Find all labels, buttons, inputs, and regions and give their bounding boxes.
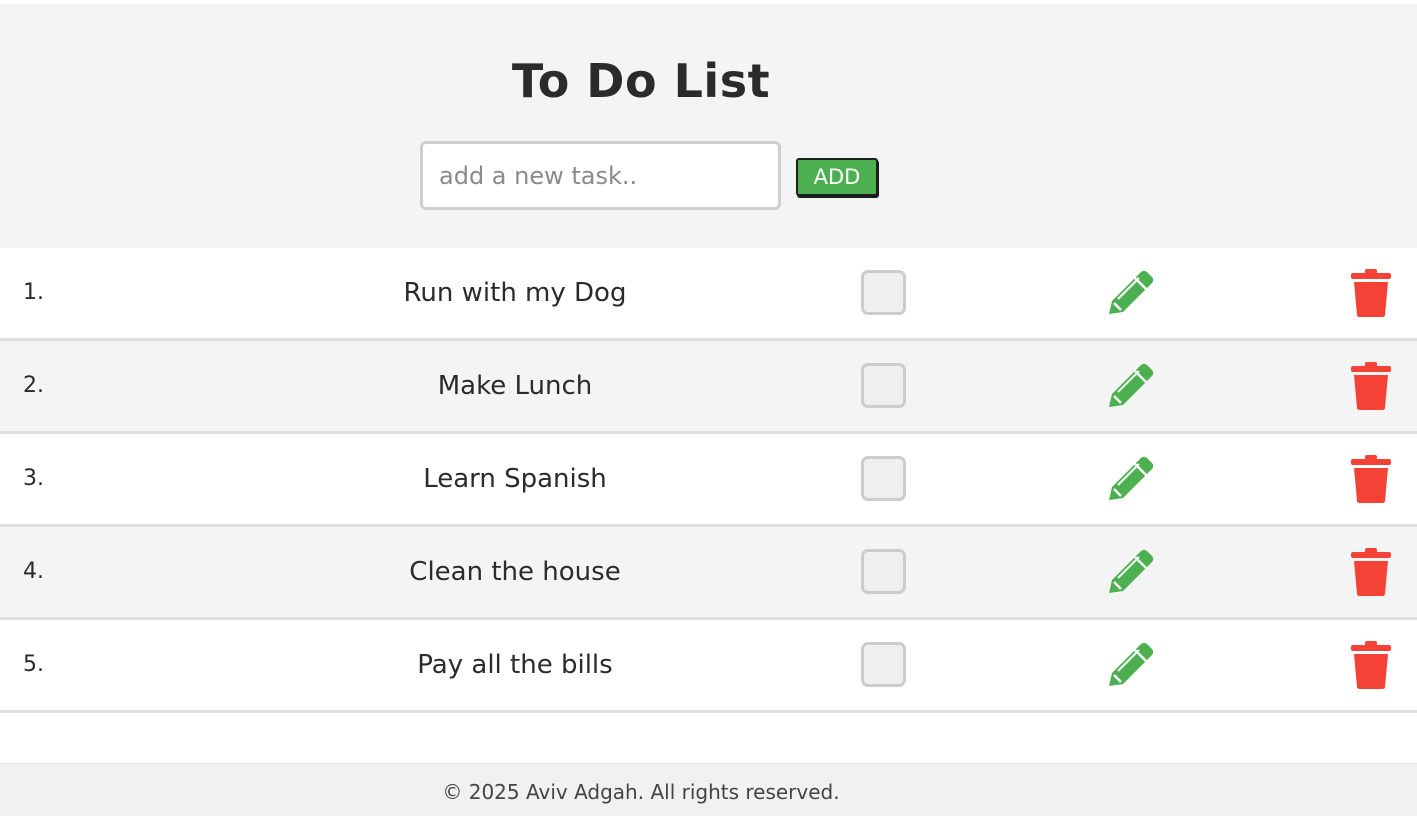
pencil-icon[interactable] <box>1106 361 1156 411</box>
task-number: 2. <box>23 373 44 398</box>
page-title: To Do List <box>511 54 771 108</box>
task-text: Run with my Dog <box>403 278 627 308</box>
task-number: 3. <box>23 466 44 491</box>
task-done-checkbox[interactable] <box>861 363 906 408</box>
new-task-input[interactable] <box>420 141 781 210</box>
pencil-icon[interactable] <box>1106 547 1156 597</box>
pencil-icon[interactable] <box>1106 454 1156 504</box>
task-done-checkbox[interactable] <box>861 456 906 501</box>
task-number: 4. <box>23 559 44 584</box>
task-list: 1. Run with my Dog 2. Make Lunch 3. Lear… <box>0 248 1417 713</box>
task-done-checkbox[interactable] <box>861 642 906 687</box>
task-number: 5. <box>23 652 44 677</box>
task-done-checkbox[interactable] <box>861 549 906 594</box>
task-number: 1. <box>23 280 44 305</box>
copyright-text: © 2025 Aviv Adgah. All rights reserved. <box>442 780 840 804</box>
header: To Do List ADD <box>0 4 1417 248</box>
trash-icon[interactable] <box>1350 268 1392 318</box>
trash-icon[interactable] <box>1350 361 1392 411</box>
task-row: 4. Clean the house <box>0 527 1417 620</box>
task-row: 5. Pay all the bills <box>0 620 1417 713</box>
trash-icon[interactable] <box>1350 454 1392 504</box>
trash-icon[interactable] <box>1350 547 1392 597</box>
task-text: Clean the house <box>409 557 621 587</box>
task-text: Make Lunch <box>437 371 593 401</box>
add-task-button[interactable]: ADD <box>796 158 878 196</box>
pencil-icon[interactable] <box>1106 268 1156 318</box>
task-text: Pay all the bills <box>417 650 613 680</box>
task-row: 1. Run with my Dog <box>0 248 1417 341</box>
pencil-icon[interactable] <box>1106 640 1156 690</box>
task-row: 2. Make Lunch <box>0 341 1417 434</box>
task-done-checkbox[interactable] <box>861 270 906 315</box>
task-row: 3. Learn Spanish <box>0 434 1417 527</box>
footer: © 2025 Aviv Adgah. All rights reserved. <box>0 763 1417 816</box>
trash-icon[interactable] <box>1350 640 1392 690</box>
task-text: Learn Spanish <box>423 464 607 494</box>
